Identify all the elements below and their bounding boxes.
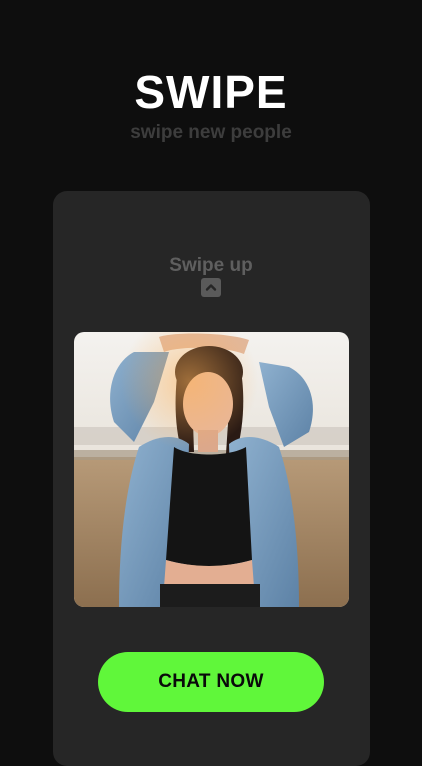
page-subtitle: swipe new people	[130, 122, 292, 143]
page-title: SWIPE	[134, 66, 288, 118]
chevron-up-icon[interactable]	[201, 278, 221, 297]
swipe-up-label: Swipe up	[169, 255, 253, 276]
profile-photo[interactable]	[74, 332, 349, 607]
chat-now-button[interactable]: CHAT NOW	[98, 652, 324, 712]
